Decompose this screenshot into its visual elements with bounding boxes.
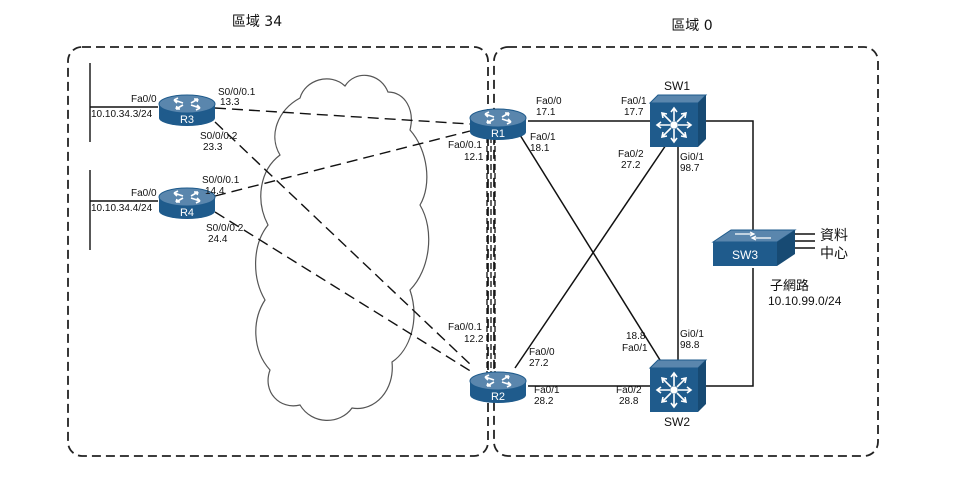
r1-fa001-name: Fa0/0.1	[448, 140, 482, 151]
sw2-fa01-ip: 18.8	[626, 331, 646, 342]
area-34-title: 區域 34	[232, 14, 282, 30]
sw1-name: SW1	[664, 79, 690, 93]
r4-s0002-name: S0/0/0.2	[206, 223, 244, 234]
switch-sw1	[648, 94, 708, 147]
svg-text:R3: R3	[180, 114, 194, 126]
router-r1: R1	[469, 108, 527, 140]
svg-text:R4: R4	[180, 207, 194, 219]
r2-fa001-ip: 12.2	[464, 334, 484, 345]
switch-sw3: SW3	[711, 229, 797, 266]
sw1-fa01-ip: 17.7	[624, 107, 644, 118]
sw1-gi01-ip: 98.7	[680, 163, 700, 174]
r3-s0002-name: S0/0/0.2	[200, 131, 238, 142]
subnet-value: 10.10.99.0/24	[768, 294, 842, 308]
sw2-gi01-name: Gi0/1	[680, 329, 704, 340]
r2-fa00-name: Fa0/0	[529, 347, 555, 358]
sw1-fa01-name: Fa0/1	[621, 96, 647, 107]
svg-text:R1: R1	[491, 128, 505, 140]
link-sw2-sw3	[706, 268, 754, 387]
svg-text:R2: R2	[491, 391, 505, 403]
r3-s0002-ip: 23.3	[203, 142, 223, 153]
router-r3: R3	[158, 94, 216, 126]
wan-cloud	[255, 74, 430, 421]
sw2-fa01-name: Fa0/1	[622, 343, 648, 354]
svg-text:SW3: SW3	[732, 248, 758, 262]
r3-ip-label: 10.10.34.3/24	[91, 109, 153, 120]
r4-s0001-ip: 14.4	[205, 186, 225, 197]
r1-fa00-name: Fa0/0	[536, 96, 562, 107]
datacenter-label-2: 中心	[820, 246, 848, 262]
sw2-fa02-ip: 28.8	[619, 396, 639, 407]
r4-fa00-label: Fa0/0	[131, 188, 157, 199]
r2-fa01-name: Fa0/1	[534, 385, 560, 396]
switch-arrows-icon	[655, 106, 693, 144]
sw1-gi01-name: Gi0/1	[680, 152, 704, 163]
switch-arrows-icon	[655, 371, 693, 409]
sw2-fa02-name: Fa0/2	[616, 385, 642, 396]
r4-ip-label: 10.10.34.4/24	[91, 203, 153, 214]
subnet-label: 子網路	[770, 278, 809, 294]
r4-s0002-ip: 24.4	[208, 234, 228, 245]
sw2-gi01-ip: 98.8	[680, 340, 700, 351]
r3-s0001-ip: 13.3	[220, 97, 240, 108]
area-0-title: 區域 0	[671, 18, 712, 34]
router-r2: R2	[469, 371, 527, 403]
sw1-fa02-name: Fa0/2	[618, 149, 644, 160]
sw2-name: SW2	[664, 415, 690, 429]
r1-fa001-ip: 12.1	[464, 152, 484, 163]
r1-fa01-name: Fa0/1	[530, 132, 556, 143]
r4-s0001-name: S0/0/0.1	[202, 175, 240, 186]
r2-fa01-ip: 28.2	[534, 396, 554, 407]
switch-sw2	[648, 359, 708, 412]
sw1-fa02-ip: 27.2	[621, 160, 641, 171]
r3-fa00-label: Fa0/0	[131, 94, 157, 105]
r1-fa01-ip: 18.1	[530, 143, 550, 154]
datacenter-label-1: 資料	[820, 228, 848, 244]
link-sw1-sw3	[706, 120, 754, 232]
r2-fa001-name: Fa0/0.1	[448, 322, 482, 333]
r1-fa00-ip: 17.1	[536, 107, 556, 118]
network-topology-diagram: 區域 34 區域 0 R3 R4 R1 R2 SW3 SW1 SW2 資料 中心…	[67, 14, 879, 457]
r2-fa00-ip: 27.2	[529, 358, 549, 369]
